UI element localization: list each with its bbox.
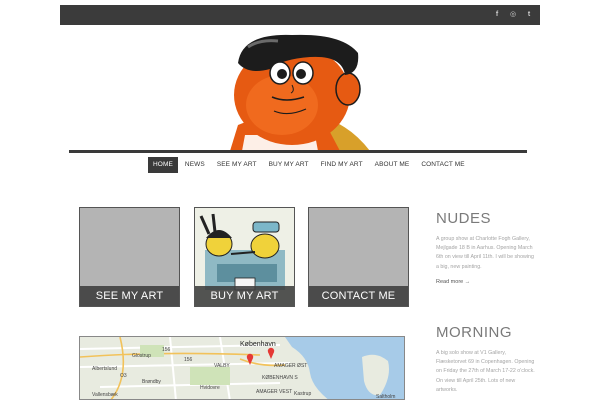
nav-find-my-art[interactable]: FIND MY ART: [316, 157, 368, 173]
road-shield-156: 156: [162, 347, 171, 353]
social-links: f ◎ t: [494, 5, 532, 25]
tile-see-my-art[interactable]: SEE MY ART: [79, 207, 180, 307]
nav-about-me[interactable]: ABOUT ME: [370, 157, 415, 173]
instagram-icon[interactable]: ◎: [510, 5, 516, 25]
post-nudes: NUDES A group show at Charlotte Fogh Gal…: [436, 210, 536, 285]
map-label-albertslund: Albertslund: [92, 366, 118, 372]
tumblr-icon[interactable]: t: [526, 5, 532, 25]
map-label-hvidovre: Hvidovre: [200, 385, 220, 391]
header-banner[interactable]: [60, 25, 540, 151]
map-label-kastrup: Kastrup: [294, 391, 312, 397]
nav-home[interactable]: HOME: [148, 157, 178, 173]
header-divider: [69, 150, 527, 153]
nav-contact-me[interactable]: CONTACT ME: [416, 157, 469, 173]
post-excerpt: A big solo show at V1 Gallery, Flæsketor…: [436, 350, 535, 393]
map-label-kobenhavn-s: KØBENHAVN S: [262, 375, 298, 381]
map-label-amager-ost: AMAGER ØST: [274, 363, 308, 369]
road-shield-o3: O3: [120, 373, 127, 379]
post-title[interactable]: NUDES: [436, 210, 536, 227]
map-label-amager-vest: AMAGER VEST: [256, 389, 293, 395]
nav-news[interactable]: NEWS: [180, 157, 210, 173]
post-morning: MORNING A big solo show at V1 Gallery, F…: [436, 324, 536, 395]
map-label-saltholm: Saltholm: [376, 394, 396, 400]
map-label-vallensbaek: Vallensbæk: [92, 392, 118, 398]
post-title[interactable]: MORNING: [436, 324, 536, 341]
tile-buy-my-art[interactable]: BUY MY ART: [194, 207, 295, 307]
tile-see-my-art-label: SEE MY ART: [80, 286, 179, 306]
tile-buy-my-art-label: BUY MY ART: [195, 286, 294, 306]
map-label-valby: VALBY: [214, 363, 230, 369]
location-map[interactable]: Glostrup Albertslund Brøndby Hvidovre Va…: [79, 336, 405, 400]
map-label-glostrup: Glostrup: [132, 353, 151, 359]
main-nav: HOME NEWS SEE MY ART BUY MY ART FIND MY …: [148, 157, 470, 173]
character-illustration: [230, 34, 370, 151]
tile-contact-me[interactable]: CONTACT ME: [308, 207, 409, 307]
facebook-icon[interactable]: f: [494, 5, 500, 25]
road-shield-156-b: 156: [184, 357, 193, 363]
nav-see-my-art[interactable]: SEE MY ART: [212, 157, 262, 173]
nav-buy-my-art[interactable]: BUY MY ART: [264, 157, 314, 173]
map-label-brondby: Brøndby: [142, 379, 161, 385]
post-excerpt: A group show at Charlotte Fogh Gallery, …: [436, 236, 534, 270]
tile-contact-me-label: CONTACT ME: [309, 286, 408, 306]
read-more-link[interactable]: Read more →: [436, 279, 536, 285]
top-bar: f ◎ t: [60, 5, 540, 25]
map-label-kobenhavn: København: [240, 341, 276, 348]
